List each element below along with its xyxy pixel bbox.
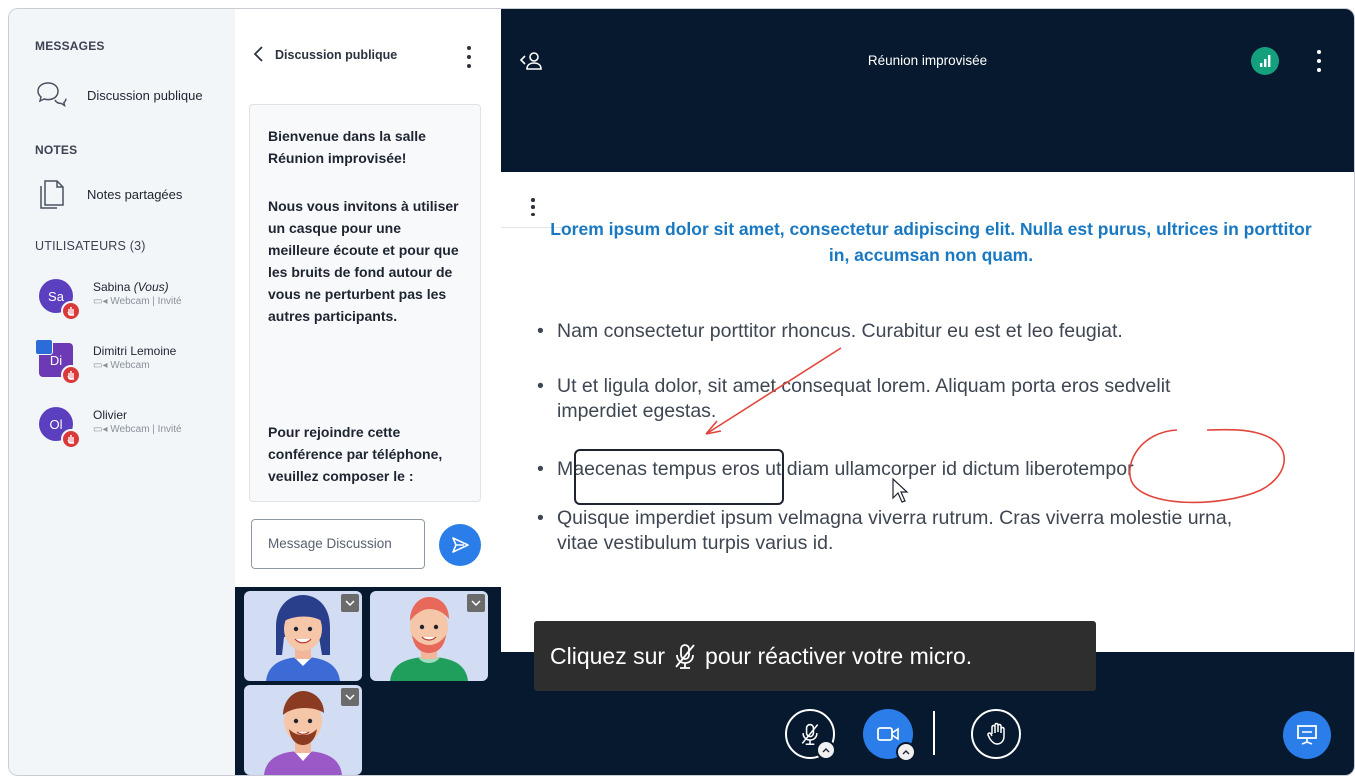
user-status: ▭◂ Webcam | Invité [93,296,182,307]
audio-options-chevron-icon[interactable] [816,740,836,760]
webcam-tile[interactable] [244,685,362,775]
chevron-down-icon[interactable] [467,594,485,612]
webcam-area [235,587,501,775]
sidebar-item-shared-notes[interactable]: Notes partagées [35,177,182,211]
muted-microphone-icon [675,644,695,669]
connection-status-icon [1260,55,1271,67]
welcome-headset-advice: Nous vous invitons à utiliser un casque … [268,198,459,324]
sidebar: MESSAGES Discussion publique NOTES Notes… [9,9,235,775]
meeting-title: Réunion improvisée [867,53,988,68]
message-input[interactable]: Message Discussion [251,519,425,569]
welcome-message: Bienvenue dans la salle Réunion improvisé… [249,104,481,502]
sidebar-item-label: Notes partagées [87,186,183,202]
unmute-microphone-button[interactable] [785,709,836,760]
unmute-toast: Cliquez sur pour réactiver votre micro. [534,621,1096,691]
chevron-down-icon[interactable] [341,688,359,706]
notes-section-title: NOTES [35,143,78,157]
users-section-title: UTILISATEURS (3) [35,239,146,253]
restore-presentation-button[interactable] [1283,711,1331,759]
user-name: Dimitri Lemoine [93,344,177,358]
mouse-cursor-icon [892,477,909,503]
user-status: ▭◂ Webcam [93,360,150,371]
kebab-menu-icon[interactable] [1311,50,1327,72]
moderator-badge-icon [61,429,81,449]
annotation-arrow [705,347,842,435]
raise-hand-icon [987,722,1005,745]
webcam-small-icon: ▭◂ [93,296,111,307]
chat-header: Discussion publique [235,9,501,68]
notes-document-icon [40,180,64,209]
connection-status-button[interactable] [1251,47,1279,75]
messages-section-title: MESSAGES [35,39,105,53]
welcome-dial-in: Pour rejoindre cette conférence par télé… [268,424,443,484]
webcam-small-icon: ▭◂ [93,360,111,371]
webcam-tile[interactable] [244,591,362,681]
main-presentation-area: Réunion improvisée Lorem ipsum dolor sit… [501,9,1354,775]
send-icon [452,537,469,553]
user-list-item[interactable]: Ol Olivier ▭◂ Webcam | Invité [39,407,229,453]
webcam-tile[interactable] [370,591,488,681]
chat-title: Discussion publique [275,48,398,62]
user-list-item[interactable]: Sa Sabina (Vous) ▭◂ Webcam | Invité [39,279,229,325]
user-status: ▭◂ Webcam | Invité [93,424,182,435]
send-button[interactable] [439,524,481,566]
moderator-badge-icon [61,365,81,385]
kebab-menu-icon[interactable] [461,46,477,68]
raise-hand-button[interactable] [971,709,1021,759]
you-tag: (Vous) [133,280,169,294]
presenter-badge-icon [35,339,53,355]
user-name: Olivier [93,408,128,422]
user-list-item[interactable]: Di Dimitri Lemoine ▭◂ Webcam [35,339,229,389]
presentation-slide: Lorem ipsum dolor sit amet, consectetur … [501,172,1354,652]
chevron-down-icon[interactable] [341,594,359,612]
sidebar-item-label: Discussion publique [87,87,203,103]
chat-bubbles-icon [37,82,67,108]
webcam-small-icon: ▭◂ [93,424,111,435]
sidebar-item-public-chat[interactable]: Discussion publique [35,79,203,111]
annotation-layer [574,347,1286,505]
video-options-chevron-icon[interactable] [896,742,916,762]
controls-divider [933,711,935,755]
presentation-icon [1297,725,1317,745]
annotation-rectangle [574,449,784,505]
video-camera-icon [877,727,899,741]
moderator-badge-icon [61,301,81,321]
chevron-left-icon[interactable] [249,44,269,64]
welcome-line: Bienvenue dans la salle Réunion improvisé… [268,128,426,166]
user-name: Sabina (Vous) [93,280,169,294]
annotation-circle [1129,428,1286,504]
app-window: MESSAGES Discussion publique NOTES Notes… [8,8,1355,776]
video-toggle-button[interactable] [863,709,916,762]
chat-panel: Discussion publique Bienvenue dans la sa… [235,9,501,587]
